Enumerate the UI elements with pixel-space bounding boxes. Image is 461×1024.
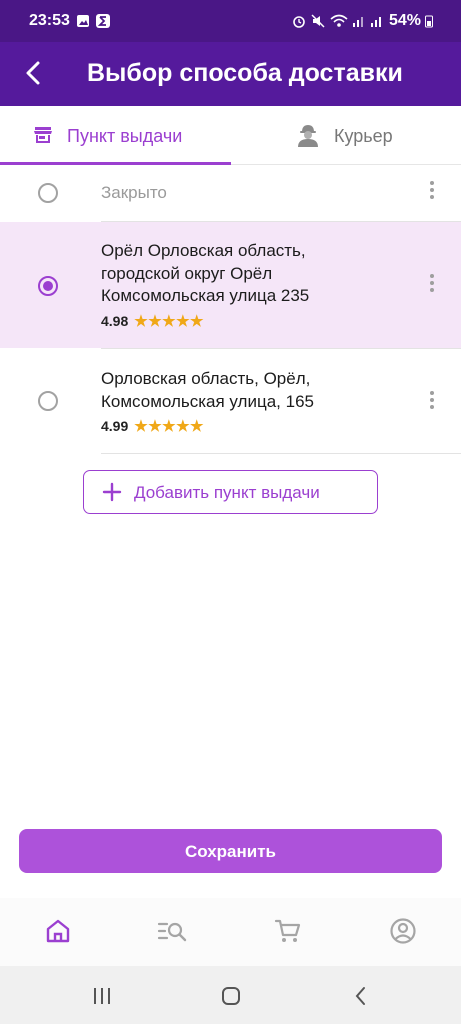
radio-button-checked[interactable] — [38, 276, 58, 296]
save-button-label: Сохранить — [184, 842, 277, 861]
pickup-point-address: Орловская область, Орёл, Комсомольская у… — [101, 368, 314, 413]
rating-value: 4.99 — [101, 418, 129, 434]
pickup-point-row-selected[interactable]: Орёл Орловская область, городской округ … — [0, 222, 461, 348]
add-pickup-point-button[interactable]: Добавить пункт выдачи — [83, 470, 378, 514]
rating-stars-icon: ★★★★★ — [134, 313, 204, 330]
bottom-navigation — [0, 898, 461, 966]
profile-icon[interactable] — [388, 916, 418, 946]
delivery-tabs: Пункт выдачи Курьер — [0, 106, 461, 165]
more-options-icon[interactable] — [425, 274, 439, 298]
sigma-notification-icon — [96, 14, 110, 28]
add-pickup-point-label: Добавить пункт выдачи — [134, 483, 320, 502]
recent-apps-icon[interactable] — [90, 984, 114, 1008]
pickup-point-address: Орёл Орловская область, городской округ … — [101, 240, 309, 308]
system-back-icon[interactable] — [349, 984, 373, 1008]
battery-icon — [425, 15, 433, 28]
mute-icon — [311, 14, 325, 28]
radio-button[interactable] — [38, 391, 58, 411]
alarm-icon — [293, 16, 305, 28]
store-icon — [34, 127, 52, 143]
tab-pickup-label: Пункт выдачи — [67, 126, 183, 146]
catalog-search-icon[interactable] — [157, 916, 187, 946]
save-button[interactable]: Сохранить — [19, 829, 442, 873]
gallery-notification-icon — [77, 15, 89, 27]
wifi-icon — [330, 14, 348, 27]
radio-button[interactable] — [38, 183, 58, 203]
pickup-point-rating: 4.98 ★★★★★ — [101, 312, 204, 330]
address-line: городской округ Орёл — [101, 263, 273, 283]
tab-courier[interactable]: Курьер — [231, 106, 461, 164]
address-line: Комсомольская улица 235 — [101, 286, 310, 305]
status-time: 23:53 — [29, 12, 70, 29]
signal-icon-2 — [371, 17, 381, 27]
tab-pickup-point[interactable]: Пункт выдачи — [0, 106, 231, 165]
plus-icon — [102, 482, 122, 502]
more-options-icon[interactable] — [425, 391, 439, 415]
home-icon[interactable] — [43, 916, 73, 946]
divider — [101, 348, 461, 349]
pickup-point-row[interactable]: Орловская область, Орёл, Комсомольская у… — [0, 348, 461, 454]
pickup-point-address: Закрыто — [101, 182, 167, 205]
address-line: Комсомольская улица, 165 — [101, 391, 314, 411]
status-bar: 23:53 54% — [0, 0, 461, 42]
tab-courier-label: Курьер — [334, 126, 393, 146]
address-line: Орёл Орловская область, — [101, 241, 306, 260]
app-header: Выбор способа доставки — [0, 42, 461, 106]
rating-value: 4.98 — [101, 313, 129, 329]
battery-level: 54% — [389, 12, 422, 29]
signal-icon — [353, 17, 363, 27]
courier-icon — [298, 125, 318, 147]
back-arrow-icon[interactable] — [16, 56, 50, 90]
cart-icon[interactable] — [273, 916, 303, 946]
home-button-icon[interactable] — [219, 984, 243, 1008]
system-navigation-bar — [0, 966, 461, 1024]
pickup-point-row-closed[interactable]: Закрыто — [0, 164, 461, 222]
rating-stars-icon: ★★★★★ — [134, 418, 204, 435]
divider — [101, 453, 461, 454]
address-line: Закрыто — [101, 183, 167, 202]
page-title: Выбор способа доставки — [87, 59, 403, 87]
address-line: Орловская область, Орёл, — [101, 369, 311, 388]
pickup-point-rating: 4.99 ★★★★★ — [101, 417, 204, 435]
more-options-icon[interactable] — [425, 181, 439, 205]
